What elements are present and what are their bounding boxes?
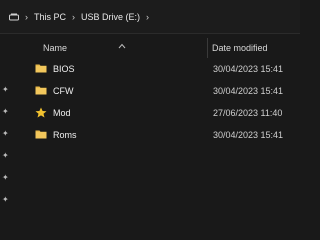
list-item-roms[interactable]: Roms 30/04/2023 15:41	[14, 126, 300, 144]
pin-icon[interactable]: ✦	[2, 108, 10, 116]
list-item-mod[interactable]: Mod 27/06/2023 11:40	[14, 104, 300, 122]
file-explorer-window: › This PC › USB Drive (E:) › ✦ ✦ ✦ ✦ ✦ ✦…	[0, 0, 300, 221]
list-item-cfw[interactable]: CFW 30/04/2023 15:41	[14, 82, 300, 100]
folder-icon	[35, 63, 47, 73]
address-bar[interactable]: › This PC › USB Drive (E:) ›	[0, 0, 300, 34]
sort-ascending-icon	[118, 36, 126, 49]
pin-icon[interactable]: ✦	[2, 130, 10, 138]
item-name: BIOS	[53, 64, 75, 74]
item-name: CFW	[53, 86, 74, 96]
pin-icon[interactable]: ✦	[2, 196, 10, 204]
chevron-right-icon[interactable]: ›	[146, 12, 149, 22]
item-date: 27/06/2023 11:40	[213, 108, 283, 118]
pin-icon[interactable]: ✦	[2, 152, 10, 160]
pin-icon[interactable]: ✦	[2, 174, 10, 182]
chevron-right-icon[interactable]: ›	[72, 12, 75, 22]
item-name: Roms	[53, 130, 77, 140]
column-divider[interactable]	[207, 38, 208, 58]
folder-icon	[35, 129, 47, 139]
star-folder-icon	[35, 107, 47, 118]
folder-icon	[35, 85, 47, 95]
pin-icon[interactable]: ✦	[2, 86, 10, 94]
item-date: 30/04/2023 15:41	[213, 64, 284, 74]
chevron-right-icon[interactable]: ›	[25, 12, 28, 22]
list-item-bios[interactable]: BIOS 30/04/2023 15:41	[14, 60, 300, 78]
drive-icon	[9, 12, 19, 22]
item-date: 30/04/2023 15:41	[213, 130, 284, 140]
column-date-header[interactable]: Date modified	[212, 43, 268, 53]
item-date: 30/04/2023 15:41	[213, 86, 284, 96]
column-header: Name Date modified	[14, 34, 300, 60]
item-name: Mod	[53, 108, 71, 118]
breadcrumb-this-pc[interactable]: This PC	[34, 12, 66, 22]
column-name-header[interactable]: Name	[43, 43, 67, 53]
breadcrumb-usb-drive[interactable]: USB Drive (E:)	[81, 12, 140, 22]
navigation-pane: ✦ ✦ ✦ ✦ ✦ ✦	[0, 34, 14, 221]
